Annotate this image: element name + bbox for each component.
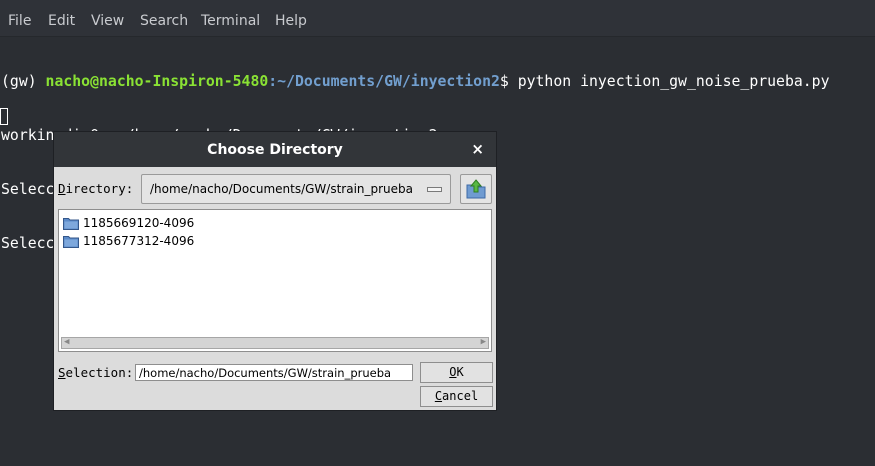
terminal-prompt-line: (gw) nacho@nacho-Inspiron-5480:~/Documen… [1,73,875,91]
dialog-titlebar[interactable]: Choose Directory × [54,132,496,167]
menu-file[interactable]: File [8,13,31,29]
menubar: File Edit View Search Terminal Help [0,0,875,37]
selection-label: Selection: [58,365,134,380]
ok-button[interactable]: OK [420,362,493,383]
scroll-right-icon[interactable]: ▶ [481,337,486,347]
menu-edit[interactable]: Edit [48,13,75,29]
folder-name: 1185677312-4096 [83,234,195,248]
choose-directory-dialog: Choose Directory × Directory: /home/nach… [53,131,497,411]
horizontal-scrollbar[interactable]: ◀ ▶ [61,337,489,349]
prompt-path: :~/Documents/GW/inyection2 [268,73,500,90]
folder-icon [63,218,79,230]
folder-icon [63,236,79,248]
directory-dropdown[interactable]: /home/nacho/Documents/GW/strain_prueba [141,174,451,204]
directory-label: Directory: [58,181,134,196]
folder-up-icon [466,179,486,199]
dialog-title: Choose Directory [207,142,343,158]
prompt-env: (gw) [1,73,46,90]
selection-value: /home/nacho/Documents/GW/strain_prueba [139,366,392,380]
menu-search[interactable]: Search [140,13,188,29]
menu-help[interactable]: Help [275,13,307,29]
prompt-command: $ python inyection_gw_noise_prueba.py [499,73,830,90]
directory-value: /home/nacho/Documents/GW/strain_prueba [150,182,414,196]
folder-name: 1185669120-4096 [83,216,195,230]
parent-folder-button[interactable] [460,174,492,204]
menu-terminal[interactable]: Terminal [201,13,260,29]
terminal-cursor [0,108,8,125]
scroll-left-icon[interactable]: ◀ [64,337,69,347]
dropdown-handle-icon [427,187,442,192]
close-icon[interactable]: × [471,140,484,158]
selection-input[interactable]: /home/nacho/Documents/GW/strain_prueba [135,364,413,381]
prompt-user-host: nacho@nacho-Inspiron-5480 [45,73,269,90]
menu-view[interactable]: View [91,13,124,29]
cancel-button[interactable]: Cancel [420,386,493,407]
folder-list[interactable]: 1185669120-4096 1185677312-4096 ◀ ▶ [58,209,492,352]
